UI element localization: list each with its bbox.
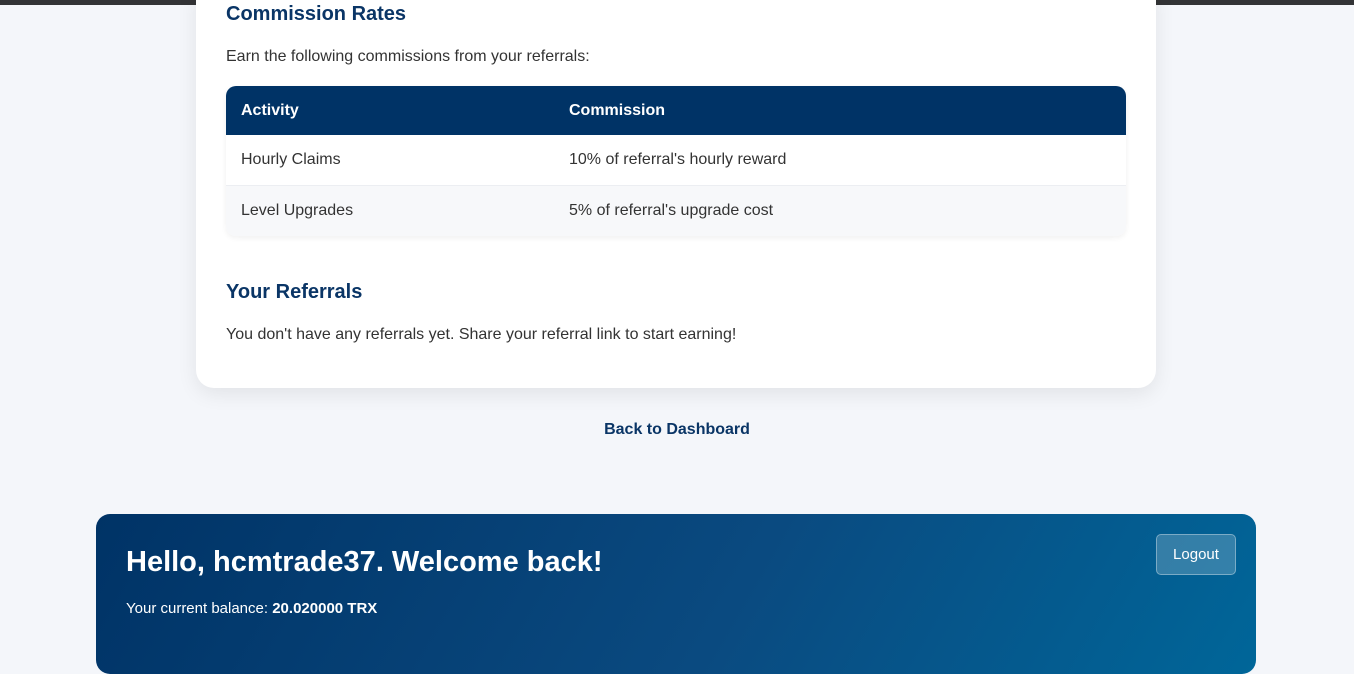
referral-card: Commission Rates Earn the following comm…	[196, 0, 1156, 388]
balance-value: 20.020000 TRX	[272, 600, 378, 617]
referrals-empty-message: You don't have any referrals yet. Share …	[226, 326, 737, 343]
logout-button[interactable]: Logout	[1156, 534, 1236, 575]
balance-label: Your current balance:	[126, 600, 269, 617]
commission-rates-table: Activity Commission Hourly Claims 10% of…	[226, 86, 1126, 236]
column-header-activity: Activity	[226, 86, 554, 135]
activity-cell: Hourly Claims	[226, 135, 554, 186]
table-row: Level Upgrades 5% of referral's upgrade …	[226, 185, 1126, 236]
commission-rates-title: Commission Rates	[226, 3, 407, 25]
table-header-row: Activity Commission	[226, 86, 1126, 135]
balance-line: Your current balance: 20.020000 TRX	[126, 600, 377, 617]
welcome-banner: Hello, hcmtrade37. Welcome back! Your cu…	[96, 514, 1256, 674]
activity-cell: Level Upgrades	[226, 185, 554, 236]
commission-intro-text: Earn the following commissions from your…	[226, 48, 590, 65]
column-header-commission: Commission	[554, 86, 1126, 135]
back-to-dashboard-container: Back to Dashboard	[0, 421, 1354, 439]
commission-cell: 10% of referral's hourly reward	[554, 135, 1126, 186]
welcome-greeting: Hello, hcmtrade37. Welcome back!	[126, 546, 603, 578]
back-to-dashboard-link[interactable]: Back to Dashboard	[604, 421, 750, 438]
commission-cell: 5% of referral's upgrade cost	[554, 185, 1126, 236]
your-referrals-title: Your Referrals	[226, 281, 363, 303]
table-row: Hourly Claims 10% of referral's hourly r…	[226, 135, 1126, 186]
